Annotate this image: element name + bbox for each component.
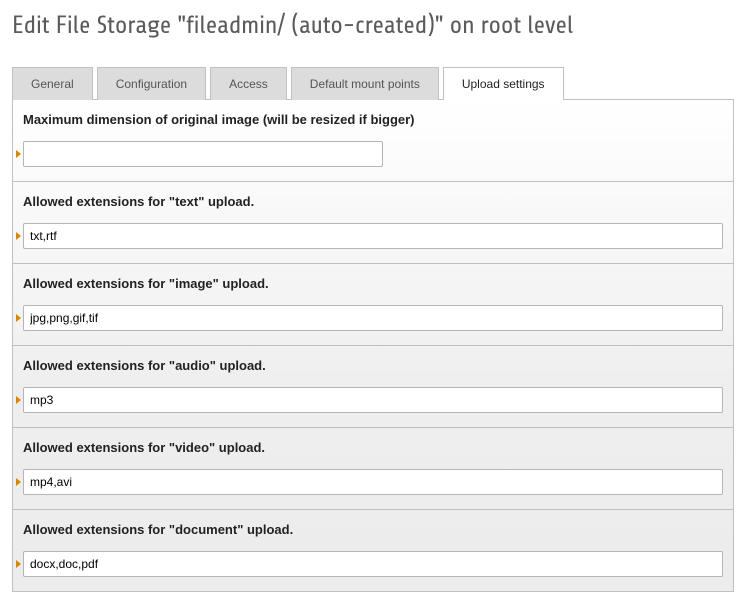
page-title: Edit File Storage "fileadmin/ (auto-crea…	[12, 12, 734, 40]
field-ext-document: Allowed extensions for "document" upload…	[13, 510, 733, 591]
field-ext-audio: Allowed extensions for "audio" upload.	[13, 346, 733, 428]
input-ext-audio[interactable]	[23, 387, 723, 413]
input-ext-video[interactable]	[23, 469, 723, 495]
tab-configuration[interactable]: Configuration	[97, 67, 206, 100]
tab-bar: General Configuration Access Default mou…	[12, 66, 734, 99]
change-marker-icon	[16, 396, 21, 404]
change-marker-icon	[16, 150, 21, 158]
change-marker-icon	[16, 232, 21, 240]
field-max-dimension: Maximum dimension of original image (wil…	[13, 100, 733, 182]
label-ext-document: Allowed extensions for "document" upload…	[23, 522, 723, 537]
label-ext-image: Allowed extensions for "image" upload.	[23, 276, 723, 291]
field-ext-text: Allowed extensions for "text" upload.	[13, 182, 733, 264]
upload-settings-panel: Maximum dimension of original image (wil…	[12, 99, 734, 592]
label-ext-text: Allowed extensions for "text" upload.	[23, 194, 723, 209]
change-marker-icon	[16, 560, 21, 568]
input-max-dimension[interactable]	[23, 141, 383, 167]
field-ext-video: Allowed extensions for "video" upload.	[13, 428, 733, 510]
change-marker-icon	[16, 478, 21, 486]
input-ext-document[interactable]	[23, 551, 723, 577]
tab-upload-settings[interactable]: Upload settings	[443, 67, 564, 100]
tab-default-mount-points[interactable]: Default mount points	[291, 67, 439, 100]
label-ext-video: Allowed extensions for "video" upload.	[23, 440, 723, 455]
input-ext-image[interactable]	[23, 305, 723, 331]
tab-general[interactable]: General	[12, 67, 93, 100]
input-ext-text[interactable]	[23, 223, 723, 249]
field-ext-image: Allowed extensions for "image" upload.	[13, 264, 733, 346]
label-ext-audio: Allowed extensions for "audio" upload.	[23, 358, 723, 373]
label-max-dimension: Maximum dimension of original image (wil…	[23, 112, 723, 127]
change-marker-icon	[16, 314, 21, 322]
tab-access[interactable]: Access	[210, 67, 287, 100]
